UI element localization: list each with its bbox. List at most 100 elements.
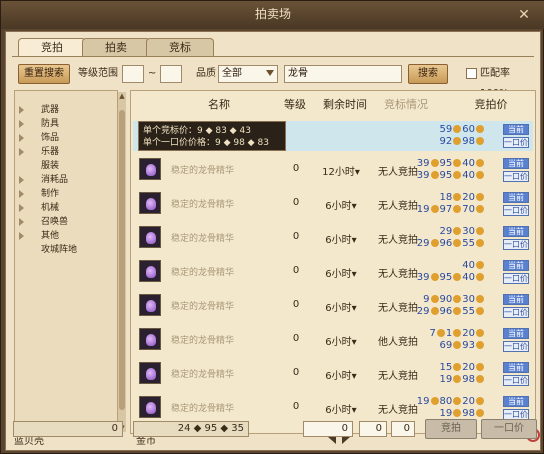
buyout-row-button[interactable]: 一口价 [503,137,529,148]
current-bid-button[interactable]: 当前 [503,158,529,169]
bid-price: 39 95 40 [405,158,485,169]
blue-shell-label: 蓝贝壳 [14,436,44,447]
keyword-input[interactable]: 龙骨 [284,65,402,83]
coin-icon [453,205,462,213]
table-row[interactable]: 稳定的龙骨精华 0 6小时▾ 无人竞拍 15 20 19 98 当前 一口价 [133,359,533,389]
scroll-up-icon[interactable]: ▲ [118,92,126,100]
tab-sell[interactable]: 拍卖 [82,38,150,56]
table-row[interactable]: 稳定的龙骨精华 0 6小时▾ 无人竞拍 40 39 95 40 当前 一口价 [133,257,533,287]
level-range-label: 等级范围 [78,68,118,79]
reset-search-button[interactable]: 重置搜索 [18,64,70,84]
column-header-bidder[interactable]: 竞标情况 [371,93,441,117]
bid-gold-input[interactable]: 0 [303,421,353,437]
expand-arrow-icon [19,190,24,198]
quality-select[interactable]: 全部 [218,65,278,83]
level-min-input[interactable] [122,65,144,83]
table-row[interactable]: 稳定的龙骨精华 0 6小时▾ 无人竞拍 29 30 29 96 55 当前 一口价 [133,223,533,253]
category-scrollbar[interactable]: ▲ ▼ [118,92,126,432]
table-row[interactable]: 稳定的龙骨精华 0 12小时▾ 无人竞拍 39 95 40 39 95 40 当前 一口… [133,155,533,185]
coin-icon [430,159,439,167]
coin-icon [476,409,484,417]
potion-icon [146,334,156,346]
bid-copper-input[interactable]: 0 [391,421,415,437]
buyout-row-button[interactable]: 一口价 [503,341,529,352]
auction-panel: 竞拍 拍卖 竞标 重置搜索 等级范围 ~ 品质 全部 龙骨 搜索 匹配率100%… [5,31,541,451]
item-time-left: 6小时▾ [325,235,357,246]
tab-bid[interactable]: 竞拍 [18,38,86,57]
buyout-row-button[interactable]: 一口价 [503,205,529,216]
category-item-siege[interactable]: 攻城阵地 [19,243,115,257]
potion-icon [146,402,156,414]
category-item-machine[interactable]: 机械 [19,201,115,215]
coin-icon [453,125,462,133]
category-item-summon[interactable]: 召唤兽 [19,215,115,229]
category-item-instrument[interactable]: 乐器 [19,145,115,159]
match-rate-checkbox[interactable] [466,68,477,79]
buyout-row-button[interactable]: 一口价 [503,239,529,250]
coin-icon [430,205,439,213]
buyout-button[interactable]: 一口价 [481,419,537,439]
category-item-armor[interactable]: 防具 [19,117,115,131]
buyout-row-button[interactable]: 一口价 [503,375,529,386]
item-time-left: 6小时▾ [325,269,357,280]
item-name: 稳定的龙骨精华 [171,234,235,244]
level-max-input[interactable] [160,65,182,83]
expand-arrow-icon [19,148,24,156]
tab-divider [12,56,534,57]
chevron-down-icon [266,70,274,76]
item-name: 稳定的龙骨精华 [171,336,235,346]
table-row[interactable]: 稳定的龙骨精华 0 6小时▾ 无人竞拍 18 20 19 97 70 当前 一口价 [133,189,533,219]
bid-price: 29 30 [405,226,485,237]
current-bid-button[interactable]: 当前 [503,294,529,305]
coin-icon [476,239,484,247]
buyout-row-button[interactable]: 一口价 [503,171,529,182]
coin-icon [453,159,462,167]
scrollbar-thumb[interactable] [119,110,125,410]
item-level: 0 [292,299,300,310]
column-header-level[interactable]: 等级 [275,93,315,117]
buyout-price: 29 96 55 [405,238,485,249]
current-bid-button[interactable]: 当前 [503,124,529,135]
current-bid-button[interactable]: 当前 [503,192,529,203]
column-header-price[interactable]: 竞拍价 [451,93,531,117]
bid-silver-input[interactable]: 0 [359,421,387,437]
column-header-name[interactable]: 名称 [169,93,269,117]
category-item-other[interactable]: 其他 [19,229,115,243]
potion-icon [146,368,156,380]
close-icon[interactable]: ✕ [515,6,533,24]
buyout-row-button[interactable]: 一口价 [503,273,529,284]
item-name: 稳定的龙骨精华 [171,302,235,312]
current-bid-button[interactable]: 当前 [503,362,529,373]
expand-arrow-icon [19,218,24,226]
category-item-crafting[interactable]: 制作 [19,187,115,201]
coin-icon [476,193,484,201]
bid-price: 9 90 30 [405,294,485,305]
item-time-left: 6小时▾ [325,405,357,416]
coin-icon [430,397,439,405]
buyout-row-button[interactable]: 一口价 [503,307,529,318]
item-time-left: 6小时▾ [325,371,357,382]
coin-icon [453,307,462,315]
table-row[interactable]: 稳定的龙骨精华 0 6小时▾ 无人竞拍 9 90 30 29 96 55 当前 一口价 [133,291,533,321]
tab-bidding[interactable]: 竞标 [146,38,214,56]
expand-arrow-icon [19,106,24,114]
item-level: 0 [292,401,300,412]
coin-icon [453,341,462,349]
current-bid-button[interactable]: 当前 [503,328,529,339]
bid-price: 40 [405,260,485,271]
current-bid-button[interactable]: 当前 [503,396,529,407]
category-item-consumable[interactable]: 消耗品 [19,173,115,187]
category-item-accessory[interactable]: 饰品 [19,131,115,145]
bid-button[interactable]: 竞拍 [425,419,477,439]
current-bid-button[interactable]: 当前 [503,226,529,237]
coin-icon [430,307,439,315]
category-item-weapon[interactable]: 武器 [19,103,115,117]
table-row[interactable]: 稳定的龙骨精华 0 6小时▾ 他人竞拍 7 1 20 69 93 当前 一口价 [133,325,533,355]
search-button[interactable]: 搜索 [408,64,448,84]
column-header-time[interactable]: 剩余时间 [315,93,375,117]
tooltip-buyout-price: 单个一口价价格：9 ◆ 98 ◆ 83 [143,138,269,148]
coin-icon [453,397,462,405]
current-bid-button[interactable]: 当前 [503,260,529,271]
level-range-separator: ~ [148,68,157,79]
category-item-clothing[interactable]: 服装 [19,159,115,173]
